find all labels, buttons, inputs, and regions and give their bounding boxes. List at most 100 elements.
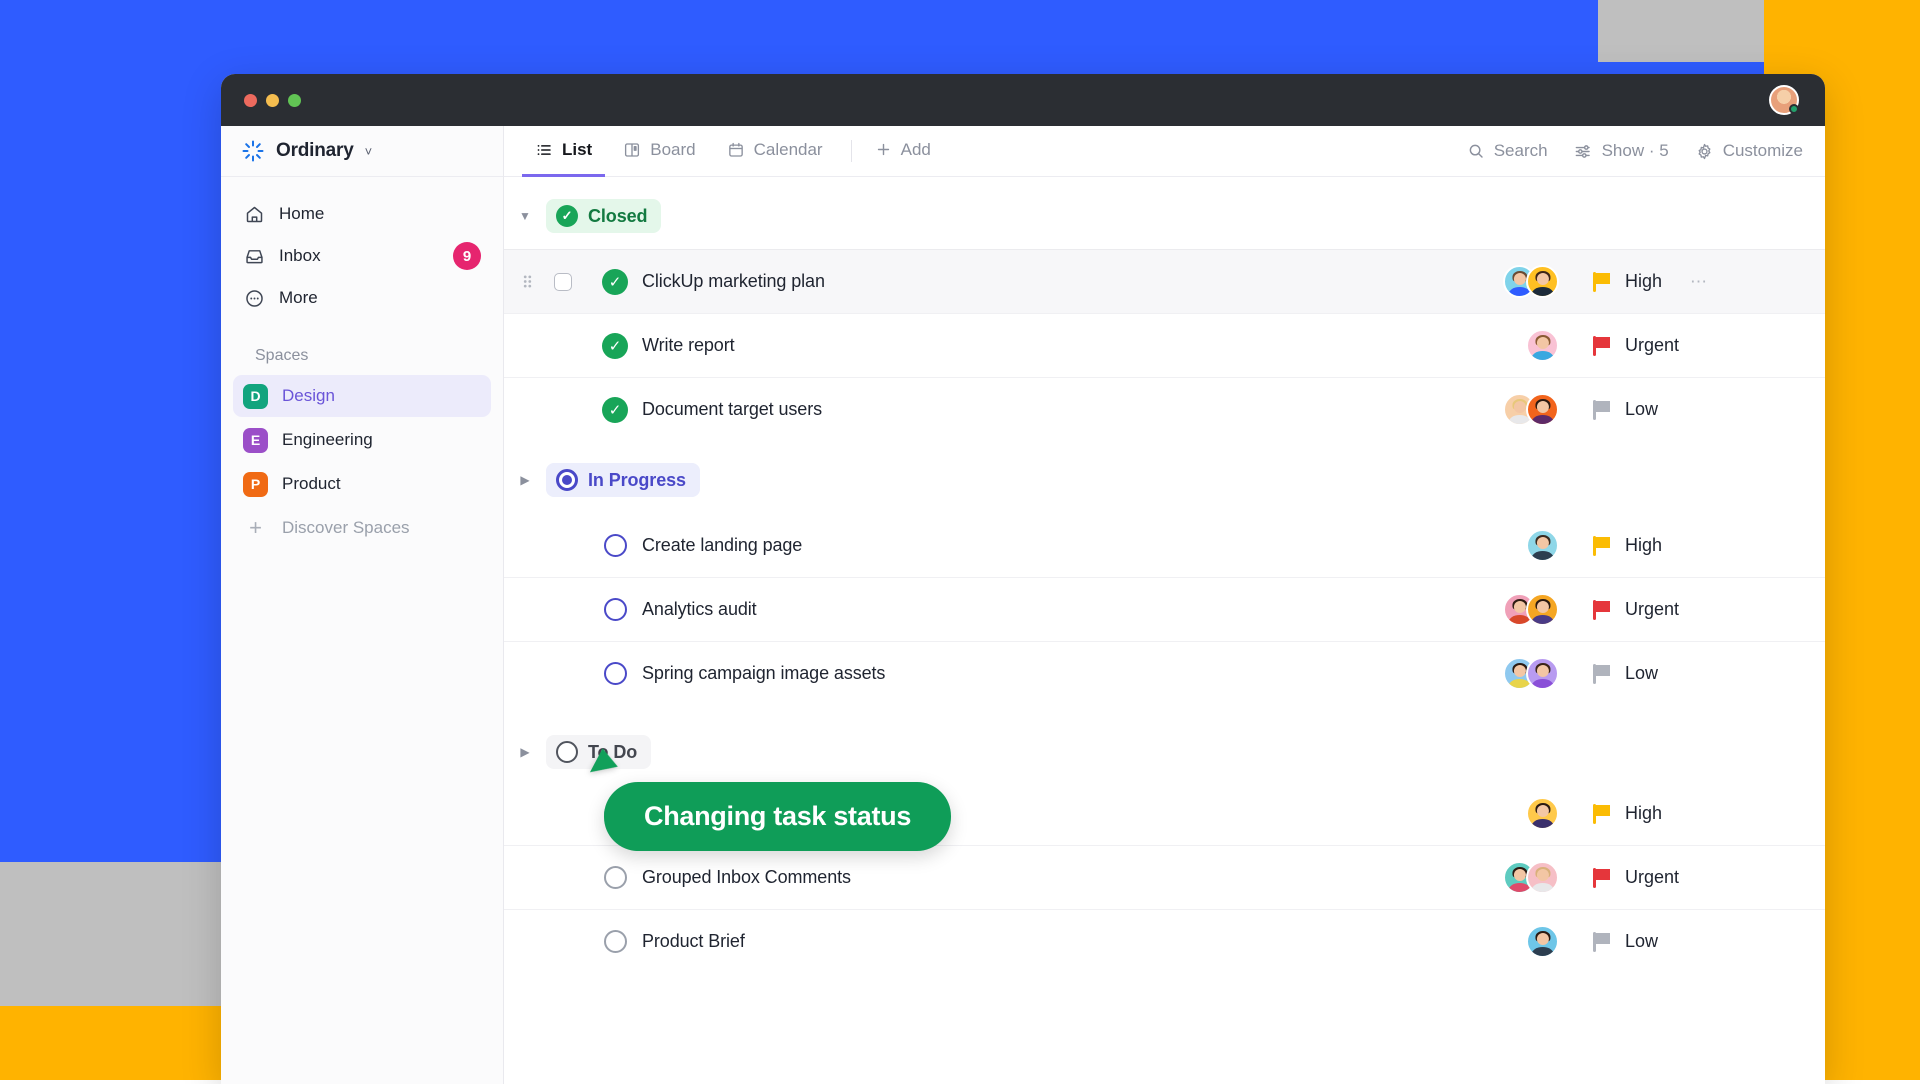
sidebar-item-label: Home: [279, 204, 324, 224]
sidebar-item-label: Inbox: [279, 246, 321, 266]
tab-board[interactable]: Board: [610, 126, 708, 177]
assignee-avatars[interactable]: [1526, 925, 1559, 958]
group-header-in-progress: ▶ In Progress: [504, 441, 1825, 513]
spaces-section-label: Spaces: [255, 347, 503, 365]
task-name: Spring campaign image assets: [642, 663, 885, 684]
group-header-closed: ▼ ✓ Closed: [504, 177, 1825, 249]
empty-circle-icon: [604, 662, 627, 685]
priority-label: Urgent: [1625, 335, 1679, 356]
ellipsis-circle-icon: [243, 287, 265, 309]
table-row[interactable]: Create landing page High: [504, 513, 1825, 577]
assignee-avatars[interactable]: [1526, 529, 1559, 562]
task-status-toggle[interactable]: [588, 662, 642, 685]
add-view-label: Add: [901, 140, 931, 160]
group-name: In Progress: [588, 470, 686, 491]
row-controls: [504, 273, 588, 291]
customize-button[interactable]: Customize: [1695, 141, 1803, 161]
table-row[interactable]: Product Brief Low: [504, 909, 1825, 973]
sidebar-item-product[interactable]: P Product: [233, 463, 491, 505]
assignee-avatars[interactable]: [1503, 861, 1559, 894]
status-badge[interactable]: In Progress: [546, 463, 700, 497]
search-button[interactable]: Search: [1467, 141, 1548, 161]
status-badge[interactable]: ✓ Closed: [546, 199, 661, 233]
minimize-window-button[interactable]: [266, 94, 279, 107]
assignee-avatars[interactable]: [1503, 593, 1559, 626]
assignee-avatars[interactable]: [1503, 265, 1559, 298]
tooltip-callout: Changing task status: [604, 782, 951, 851]
zoom-window-button[interactable]: [288, 94, 301, 107]
table-row[interactable]: ✓ Write report Urgent: [504, 313, 1825, 377]
assignee-avatars[interactable]: [1503, 657, 1559, 690]
table-row[interactable]: Grouped Inbox Comments Urgent: [504, 845, 1825, 909]
close-window-button[interactable]: [244, 94, 257, 107]
drag-handle-icon[interactable]: [512, 273, 542, 290]
table-row[interactable]: Analytics audit Urgent: [504, 577, 1825, 641]
task-status-toggle[interactable]: [588, 930, 642, 953]
task-name: ClickUp marketing plan: [642, 271, 825, 292]
group-header-to-do: ▶ To Do: [504, 705, 1825, 781]
app-window: Ordinary ˅ Home: [221, 74, 1825, 1084]
table-row[interactable]: Spring campaign image assets Low: [504, 641, 1825, 705]
add-view-button[interactable]: Add: [862, 126, 944, 177]
discover-spaces-button[interactable]: + Discover Spaces: [233, 507, 491, 549]
sidebar-item-inbox[interactable]: Inbox 9: [233, 235, 491, 277]
flag-icon: [1593, 400, 1611, 420]
empty-circle-icon: [556, 741, 578, 763]
assignee-avatars[interactable]: [1526, 329, 1559, 362]
sidebar-item-design[interactable]: D Design: [233, 375, 491, 417]
task-status-toggle[interactable]: [588, 598, 642, 621]
sidebar-item-more[interactable]: More: [233, 277, 491, 319]
table-row[interactable]: ✓ Document target users: [504, 377, 1825, 441]
inbox-icon: [243, 245, 265, 267]
tab-label: Calendar: [754, 140, 823, 160]
row-checkbox[interactable]: [554, 273, 572, 291]
group-collapse-toggle[interactable]: ▼: [504, 209, 546, 223]
priority-cell[interactable]: Low: [1593, 663, 1803, 684]
presence-indicator: [1789, 104, 1799, 114]
priority-cell[interactable]: High: [1593, 803, 1803, 824]
search-label: Search: [1494, 141, 1548, 161]
avatar: [1526, 925, 1559, 958]
assignee-avatars[interactable]: [1503, 393, 1559, 426]
priority-label: High: [1625, 535, 1662, 556]
sidebar-item-engineering[interactable]: E Engineering: [233, 419, 491, 461]
sidebar-item-home[interactable]: Home: [233, 193, 491, 235]
show-filters-button[interactable]: Show · 5: [1574, 141, 1669, 161]
task-name: Product Brief: [642, 931, 745, 952]
empty-circle-icon: [604, 534, 627, 557]
flag-icon: [1593, 272, 1611, 292]
window-title-bar: [221, 74, 1825, 126]
priority-cell[interactable]: Urgent: [1593, 335, 1803, 356]
group-collapse-toggle[interactable]: ▶: [504, 745, 546, 759]
priority-cell[interactable]: Urgent: [1593, 599, 1803, 620]
tab-calendar[interactable]: Calendar: [714, 126, 836, 177]
task-status-toggle[interactable]: ✓: [588, 269, 642, 295]
priority-cell[interactable]: High ⋯: [1593, 271, 1803, 292]
priority-cell[interactable]: Low: [1593, 399, 1803, 420]
flag-icon: [1593, 868, 1611, 888]
row-more-icon[interactable]: ⋯: [1690, 272, 1708, 292]
customize-label: Customize: [1723, 141, 1803, 161]
group-collapse-toggle[interactable]: ▶: [504, 473, 546, 487]
task-status-toggle[interactable]: [588, 866, 642, 889]
flag-icon: [1593, 600, 1611, 620]
search-icon: [1467, 142, 1485, 160]
tab-list[interactable]: List: [522, 126, 605, 177]
assignee-avatars[interactable]: [1526, 797, 1559, 830]
sliders-icon: [1574, 142, 1593, 161]
group-name: Closed: [588, 206, 647, 227]
task-status-toggle[interactable]: ✓: [588, 333, 642, 359]
check-circle-icon: ✓: [556, 205, 578, 227]
task-name: Create landing page: [642, 535, 802, 556]
priority-cell[interactable]: Low: [1593, 931, 1803, 952]
avatar: [1526, 265, 1559, 298]
check-circle-icon: ✓: [602, 333, 628, 359]
avatar[interactable]: [1769, 85, 1799, 115]
task-status-toggle[interactable]: [588, 534, 642, 557]
priority-cell[interactable]: High: [1593, 535, 1803, 556]
toolbar-divider: [851, 140, 852, 162]
priority-cell[interactable]: Urgent: [1593, 867, 1803, 888]
table-row[interactable]: ✓ ClickUp marketing plan: [504, 249, 1825, 313]
task-status-toggle[interactable]: ✓: [588, 397, 642, 423]
workspace-switcher[interactable]: Ordinary ˅: [221, 126, 503, 177]
